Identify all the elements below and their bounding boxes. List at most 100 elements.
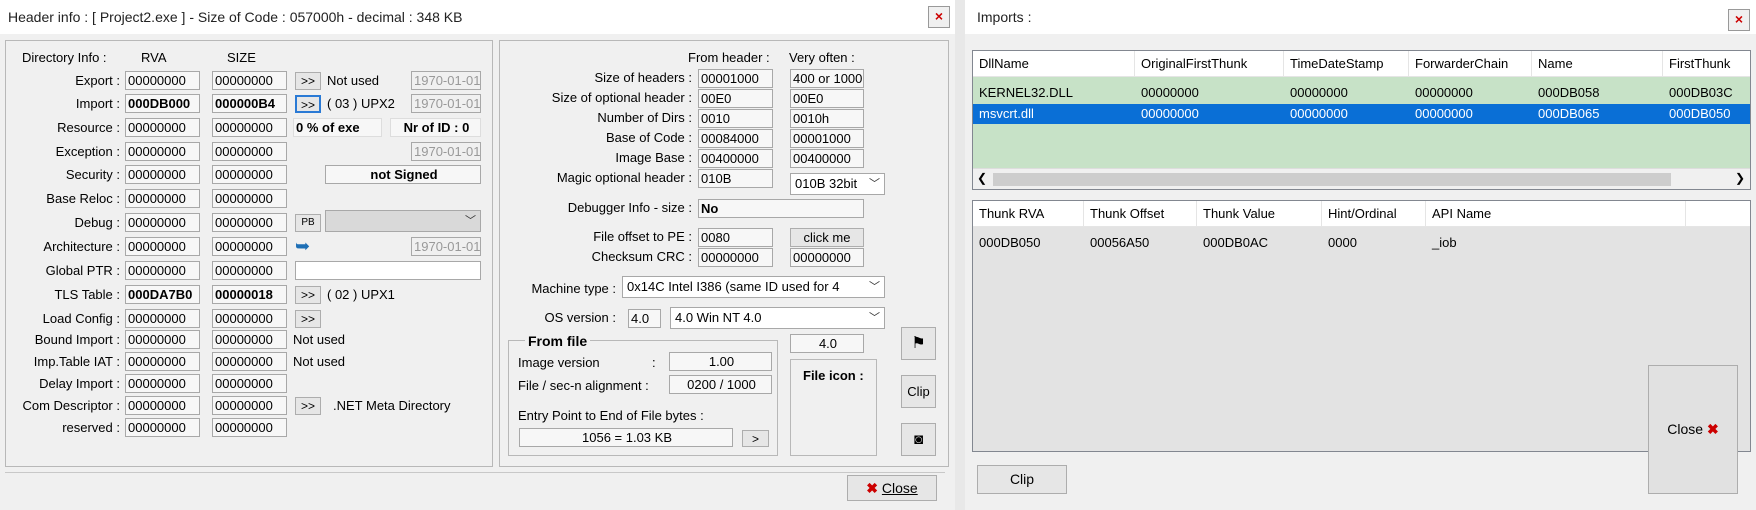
click-me-button[interactable]: click me [790,228,864,247]
camera-icon: ◙ [913,431,924,448]
debugger-label: Debugger Info - size : [567,200,692,215]
entry-point-value: 1056 = 1.03 KB [519,428,733,447]
dll-column-header[interactable]: TimeDateStamp [1284,51,1409,77]
checksum-value: 00000000 [698,248,773,267]
file-offset-label: File offset to PE : [593,229,692,244]
from-file-label: From file [525,333,591,349]
dir-more-button[interactable]: >> [295,286,321,304]
machine-type-label: Machine type : [531,281,616,296]
thunk-column-header[interactable]: Hint/Ordinal [1322,201,1426,227]
imports-close-x-button[interactable]: × [1728,9,1750,31]
imports-close-button[interactable]: Close ✖ [1648,365,1738,494]
checksum-often: 00000000 [790,248,864,267]
dll-cell: msvcrt.dll [979,106,1034,121]
dir-rva-value: 00000000 [125,309,200,328]
red-x-icon: ✖ [866,480,879,496]
dir-size-value: 00000000 [212,352,287,371]
thunk-column-header[interactable]: Thunk RVA [973,201,1084,227]
header-field-label: Number of Dirs : [597,110,692,125]
header-field-often: 00001000 [790,129,864,148]
dir-label: Com Descriptor : [22,398,120,413]
dll-hscrollbar[interactable]: ❮ ❯ [973,168,1750,189]
chevron-down-icon: ﹀ [465,215,476,227]
directory-info-title: Directory Info : [22,50,107,65]
debug-pb-button[interactable]: PB [295,214,321,232]
dir-rva-value: 00000000 [125,189,200,208]
dir-more-button[interactable]: >> [295,310,321,328]
file-offset-value: 0080 [698,228,773,247]
thunk-column-header[interactable]: Thunk Value [1197,201,1322,227]
header-field-label: Base of Code : [606,130,692,145]
thunk-column-header[interactable]: API Name [1426,201,1686,227]
dir-rva-value: 00000000 [125,71,200,90]
dir-more-button[interactable]: >> [295,397,321,415]
imports-clip-button[interactable]: Clip [977,465,1067,494]
dir-rva-value: 000DB000 [125,94,200,113]
dll-cell: 000DB065 [1538,106,1600,121]
thunk-cell: 0000 [1328,235,1357,250]
checksum-label: Checksum CRC : [591,249,692,264]
dll-row[interactable]: msvcrt.dll 00000000 00000000 00000000 000DB0… [973,104,1750,124]
header-field-value: 00400000 [698,149,773,168]
dir-size-value: 00000000 [212,309,287,328]
hex-tool-button[interactable]: ⚑ [901,327,936,360]
header-field-value: 00E0 [698,89,773,108]
dir-label: Delay Import : [39,376,120,391]
close-button[interactable]: ✖ Close [847,475,937,501]
os-version-select[interactable]: 4.0 Win NT 4.0 ﹀ [670,307,885,329]
header-info-title: Header info : [ Project2.exe ] - Size of… [0,0,955,34]
dir-size-value: 00000000 [212,330,287,349]
thunk-column-header[interactable]: Thunk Offset [1084,201,1197,227]
dll-row[interactable]: KERNEL32.DLL 00000000 00000000 00000000 000D… [973,83,1750,103]
machine-type-value: 0x14C Intel I386 (same ID used for 4 [627,279,840,294]
thunk-row[interactable]: 000DB050 00056A50 000DB0AC 0000 _iob [973,233,1750,253]
dir-label: Export : [75,73,120,88]
header-field-label: Magic optional header : [556,170,692,185]
dir-extra-text: ( 02 ) UPX1 [327,287,395,302]
dir-rva-value: 000DA7B0 [125,285,200,304]
dll-column-header[interactable]: FirstThunk [1663,51,1750,77]
scroll-right-icon[interactable]: ❯ [1735,171,1745,185]
os-version-combo-value: 4.0 Win NT 4.0 [675,310,762,325]
entry-point-button[interactable]: > [742,430,769,447]
dll-column-header[interactable]: OriginalFirstThunk [1135,51,1284,77]
dll-column-header[interactable]: ForwarderChain [1409,51,1532,77]
dir-more-button[interactable]: >> [295,72,321,90]
dll-column-header[interactable]: DllName [973,51,1135,77]
dir-label: Exception : [55,144,120,159]
dir-more-button[interactable]: >> [295,95,321,113]
header-field-value: 010B [698,169,773,188]
dll-column-header[interactable]: Name [1532,51,1663,77]
screenshot-button[interactable]: ◙ [901,423,936,456]
chevron-down-icon: ﹀ [869,281,880,293]
dir-rva-value: 00000000 [125,237,200,256]
dir-size-value: 00000000 [212,213,287,232]
debug-select[interactable]: ﹀ [325,210,481,232]
magic-often-select[interactable]: 010B 32bit ﹀ [790,173,885,195]
header-field-often: 00400000 [790,149,864,168]
dll-cell: 000DB050 [1669,106,1731,121]
global-ptr-extra [295,261,481,280]
dir-rva-value: 00000000 [125,352,200,371]
rva-header: RVA [141,50,167,65]
clip-button[interactable]: Clip [901,375,936,408]
dir-extra-text: Not used [293,332,346,347]
dir-rva-value: 00000000 [125,418,200,437]
machine-type-select[interactable]: 0x14C Intel I386 (same ID used for 4 ﹀ [622,276,885,298]
scroll-thumb[interactable] [993,173,1671,186]
close-button-label: Close [881,480,918,496]
dir-label: Imp.Table IAT : [33,354,120,369]
header-field-often: 400 or 1000 [790,69,864,88]
dir-rva-value: 00000000 [125,142,200,161]
dll-cell: 00000000 [1415,106,1473,121]
scroll-left-icon[interactable]: ❮ [977,171,987,185]
dir-rva-value: 00000000 [125,374,200,393]
arrow-icon[interactable]: ➥ [295,236,310,257]
dll-table-header: DllName OriginalFirstThunk TimeDateStamp Fo… [973,51,1750,77]
magic-often-value: 010B 32bit [795,176,858,191]
header-close-x-button[interactable]: × [928,6,950,28]
dll-cell: 00000000 [1141,85,1199,100]
dir-size-value: 00000000 [212,418,287,437]
imports-window: Imports : × DllName OriginalFirstThunk Tim… [965,0,1756,510]
dll-table: DllName OriginalFirstThunk TimeDateStamp Fo… [972,50,1751,190]
